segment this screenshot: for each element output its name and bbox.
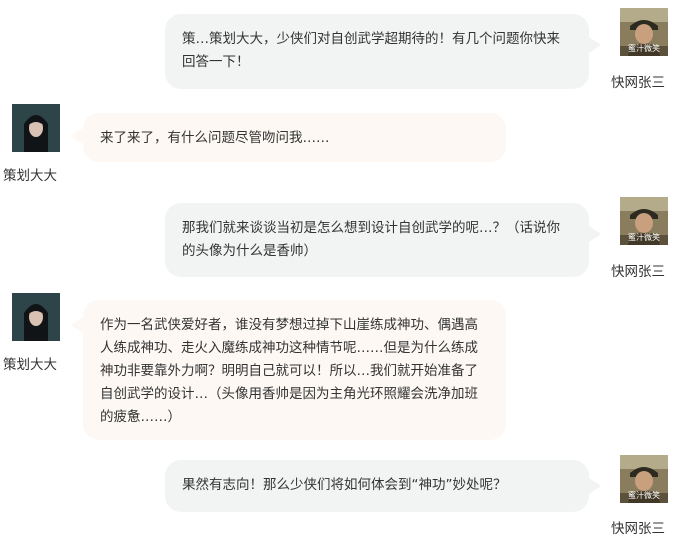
host-avatar[interactable]: 蜜汁微笑 [620, 197, 668, 245]
guest-avatar-photo-icon [12, 104, 60, 152]
guest-avatar[interactable] [12, 104, 60, 152]
host-name: 快网张三 [611, 521, 665, 537]
message-text: 果然有志向！那么少侠们将如何体会到“神功”妙处呢？ [182, 477, 507, 493]
avatar-watermark: 蜜汁微笑 [628, 44, 660, 53]
avatar-watermark: 蜜汁微笑 [628, 491, 660, 500]
message-text: 那我们就来谈谈当初是怎么想到设计自创武学的呢…？（话说你的头像为什么是香帅） [182, 220, 560, 259]
message-text: 来了来了，有什么问题尽管吻问我…… [100, 130, 330, 146]
bubble-tail [71, 317, 83, 333]
host-avatar[interactable]: 蜜汁微笑 [620, 8, 668, 56]
guest-avatar[interactable] [12, 293, 60, 341]
message-text: 策…策划大大，少侠们对自创武学超期待的！有几个问题你快来回答一下！ [182, 31, 560, 70]
guest-avatar-photo-icon [12, 293, 60, 341]
message-bubble: 果然有志向！那么少侠们将如何体会到“神功”妙处呢？ [165, 460, 589, 512]
bubble-tail [71, 128, 83, 144]
message-bubble: 来了来了，有什么问题尽管吻问我…… [83, 113, 506, 162]
bubble-tail [589, 478, 601, 494]
host-name: 快网张三 [611, 75, 665, 91]
avatar-watermark: 蜜汁微笑 [628, 233, 660, 242]
host-name: 快网张三 [611, 264, 665, 280]
message-text: 作为一名武侠爱好者，谁没有梦想过掉下山崖练成神功、偶遇高人练成神功、走火入魔练成… [100, 317, 478, 425]
message-bubble: 作为一名武侠爱好者，谁没有梦想过掉下山崖练成神功、偶遇高人练成神功、走火入魔练成… [83, 300, 506, 440]
message-bubble: 策…策划大大，少侠们对自创武学超期待的！有几个问题你快来回答一下！ [165, 14, 589, 89]
guest-name: 策划大大 [3, 357, 57, 373]
guest-name: 策划大大 [3, 168, 57, 184]
bubble-tail [589, 37, 601, 53]
host-avatar[interactable]: 蜜汁微笑 [620, 455, 668, 503]
bubble-tail [589, 226, 601, 242]
message-bubble: 那我们就来谈谈当初是怎么想到设计自创武学的呢…？（话说你的头像为什么是香帅） [165, 203, 589, 277]
